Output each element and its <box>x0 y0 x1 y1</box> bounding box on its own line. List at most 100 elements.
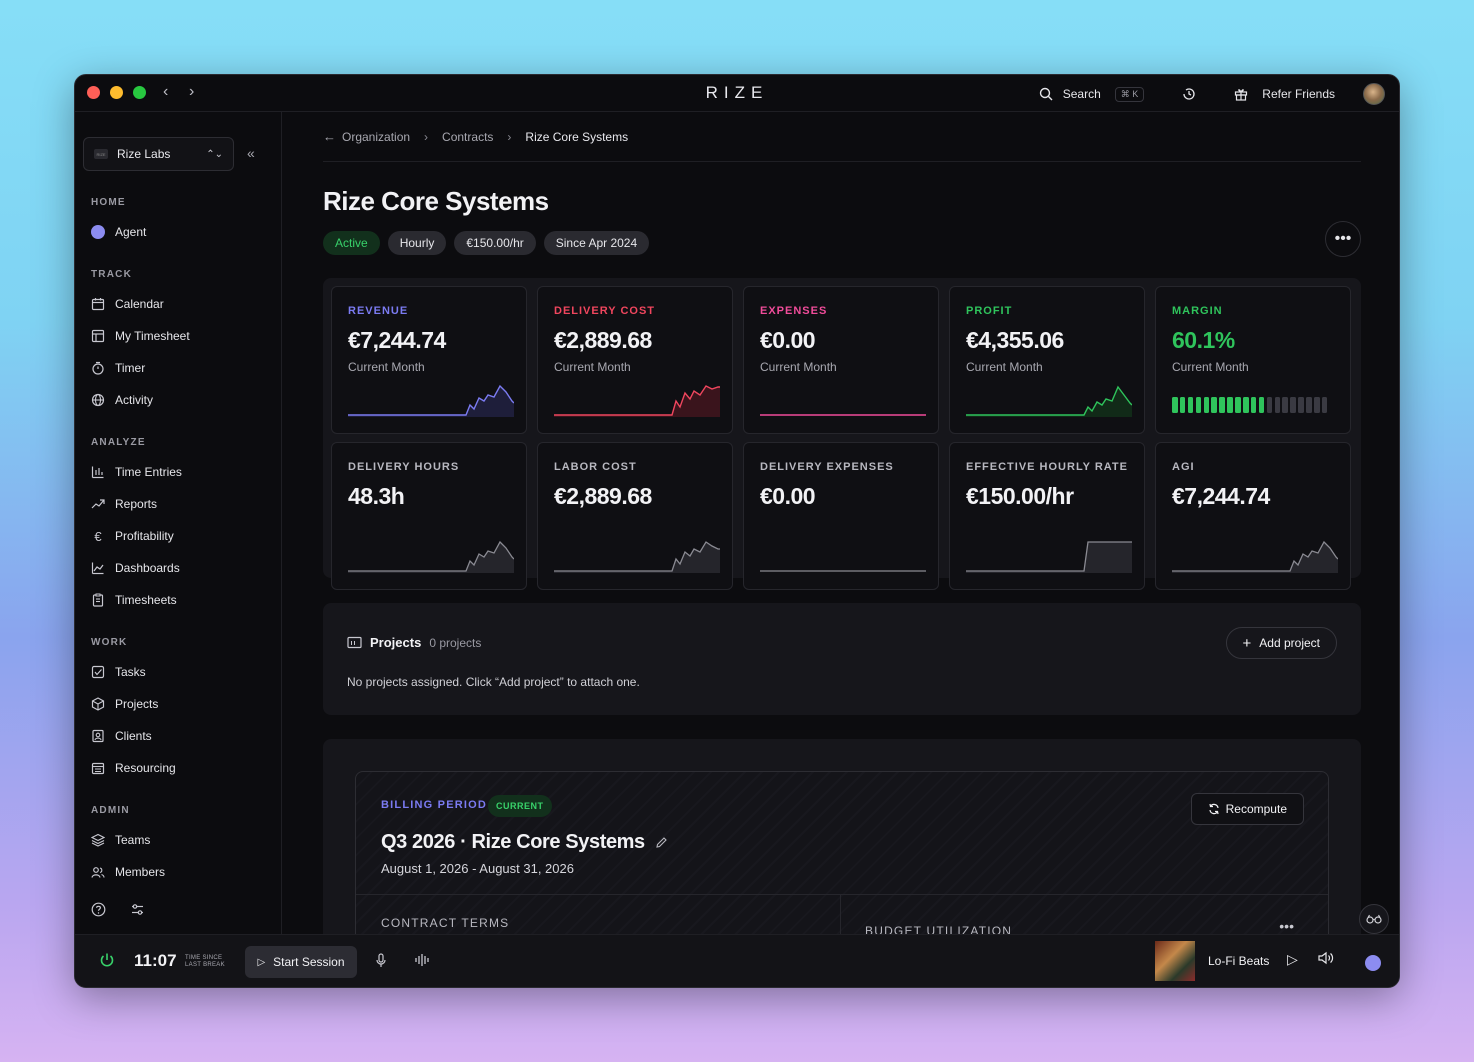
margin-segment <box>1274 397 1281 413</box>
card-label: DELIVERY COST <box>554 305 656 317</box>
billing-period-title: Q3 2026 · Rize Core Systems <box>381 831 668 854</box>
org-name: Rize Labs <box>117 147 171 161</box>
agent-status-icon[interactable] <box>1365 955 1381 971</box>
ellipsis-icon: ••• <box>1334 230 1352 247</box>
delivery-hours-card[interactable]: DELIVERY HOURS 48.3h <box>331 442 527 590</box>
margin-segment <box>1172 397 1178 413</box>
sidebar-item-agent[interactable]: Agent <box>91 222 146 242</box>
help-icon[interactable] <box>91 902 106 917</box>
add-project-button[interactable]: + Add project <box>1225 627 1337 659</box>
delivery-expenses-sparkline <box>760 570 926 572</box>
settings-sliders-icon[interactable] <box>130 902 145 917</box>
revenue-card[interactable]: REVENUE €7,244.74 Current Month <box>331 286 527 434</box>
search-button[interactable]: Search <box>1063 87 1101 101</box>
sidebar-item-label: My Timesheet <box>115 329 190 343</box>
margin-segment <box>1258 397 1265 413</box>
ellipsis-icon[interactable]: ••• <box>1279 918 1294 934</box>
margin-segment <box>1227 397 1233 413</box>
sidebar-item-reports[interactable]: Reports <box>91 494 157 514</box>
sidebar-item-dashboards[interactable]: Dashboards <box>91 558 180 578</box>
sidebar-item-timesheets[interactable]: Timesheets <box>91 590 177 610</box>
delivery-expenses-card[interactable]: DELIVERY EXPENSES €0.00 <box>743 442 939 590</box>
org-selector[interactable]: RIZE Rize Labs ⌃⌄ <box>83 137 234 171</box>
margin-segment <box>1250 397 1257 413</box>
search-icon[interactable] <box>1039 87 1053 101</box>
section-track: TRACK <box>91 269 132 280</box>
sidebar-item-projects[interactable]: Projects <box>91 694 158 714</box>
expenses-card[interactable]: EXPENSES €0.00 Current Month <box>743 286 939 434</box>
sidebar-item-activity[interactable]: Activity <box>91 390 153 410</box>
sidebar-footer <box>91 902 145 917</box>
album-art <box>1155 941 1195 981</box>
user-avatar[interactable] <box>1363 83 1385 105</box>
sidebar-item-members[interactable]: Members <box>91 862 165 882</box>
recompute-button[interactable]: Recompute <box>1190 793 1304 825</box>
sidebar-item-resourcing[interactable]: Resourcing <box>91 758 176 778</box>
projects-title: Projects <box>370 635 422 650</box>
billing-period-label: BILLING PERIOD <box>381 799 488 811</box>
sidebar-item-time-entries[interactable]: Time Entries <box>91 462 182 482</box>
section-home: HOME <box>91 197 126 208</box>
breadcrumb-organization[interactable]: ← Organization <box>323 129 410 144</box>
delivery-cost-card[interactable]: DELIVERY COST €2,889.68 Current Month <box>537 286 733 434</box>
volume-icon[interactable] <box>1318 951 1334 965</box>
sidebar-item-my-timesheet[interactable]: My Timesheet <box>91 326 190 346</box>
margin-segment <box>1187 397 1194 413</box>
card-subtitle: Current Month <box>760 360 837 374</box>
billing-period-title-text: Q3 2026 · Rize Core Systems <box>381 831 645 853</box>
sidebar-item-label: Calendar <box>115 297 164 311</box>
margin-segment <box>1290 397 1296 413</box>
margin-segment <box>1235 397 1241 413</box>
profit-card[interactable]: PROFIT €4,355.06 Current Month <box>949 286 1145 434</box>
sidebar-item-timer[interactable]: Timer <box>91 358 145 378</box>
collapse-sidebar-icon[interactable]: « <box>247 145 255 161</box>
more-options-button[interactable]: ••• <box>1325 221 1361 257</box>
section-analyze: ANALYZE <box>91 437 146 448</box>
time-since-line1: TIME SINCE <box>185 955 223 961</box>
margin-segment <box>1282 397 1288 413</box>
sidebar-item-teams[interactable]: Teams <box>91 830 150 850</box>
add-project-label: Add project <box>1259 636 1320 650</box>
card-value: 48.3h <box>348 483 405 509</box>
margin-segment <box>1243 397 1249 413</box>
margin-card[interactable]: MARGIN 60.1% Current Month <box>1155 286 1351 434</box>
margin-segment <box>1195 397 1202 413</box>
refer-friends-link[interactable]: Refer Friends <box>1262 87 1335 101</box>
microphone-icon[interactable] <box>375 953 387 969</box>
breadcrumb-organization-label: Organization <box>342 129 411 144</box>
margin-progress-bars <box>1172 397 1328 413</box>
sidebar-item-clients[interactable]: Clients <box>91 726 152 746</box>
history-icon[interactable] <box>1182 87 1196 101</box>
sidebar-item-label: Teams <box>115 833 151 847</box>
margin-segment <box>1266 397 1273 413</box>
sidebar-item-profitability[interactable]: € Profitability <box>91 526 174 546</box>
breadcrumb-contracts[interactable]: Contracts <box>442 130 493 144</box>
card-subtitle: Current Month <box>554 360 631 374</box>
pencil-icon[interactable] <box>655 836 668 849</box>
sidebar-item-tasks[interactable]: Tasks <box>91 662 146 682</box>
card-subtitle: Current Month <box>1172 360 1249 374</box>
card-label: EXPENSES <box>760 305 828 317</box>
play-icon[interactable]: ▷ <box>1287 951 1298 968</box>
power-icon[interactable] <box>99 952 115 968</box>
effective-hourly-rate-card[interactable]: EFFECTIVE HOURLY RATE €150.00/hr <box>949 442 1145 590</box>
card-value: €0.00 <box>760 327 816 353</box>
agi-card[interactable]: AGI €7,244.74 <box>1155 442 1351 590</box>
start-session-button[interactable]: ▷ Start Session <box>245 946 357 978</box>
type-badge: Hourly <box>387 231 447 255</box>
sidebar-item-label: Dashboards <box>115 561 180 575</box>
sidebar-item-calendar[interactable]: Calendar <box>91 294 164 314</box>
waveform-icon[interactable] <box>414 953 430 967</box>
sidebar-item-label: Activity <box>115 393 154 407</box>
bar-chart-icon <box>91 466 104 479</box>
card-label: PROFIT <box>966 305 1013 317</box>
billing-period-dates: August 1, 2026 - August 31, 2026 <box>381 861 574 876</box>
page-title: Rize Core Systems <box>323 186 549 216</box>
sidebar-item-label: Clients <box>115 729 152 743</box>
glasses-icon[interactable] <box>1359 904 1389 934</box>
labor-cost-card[interactable]: LABOR COST €2,889.68 <box>537 442 733 590</box>
sidebar-item-label: Profitability <box>115 529 174 543</box>
card-label: MARGIN <box>1172 305 1223 317</box>
margin-segment <box>1321 397 1328 413</box>
card-value: €150.00/hr <box>966 483 1074 509</box>
